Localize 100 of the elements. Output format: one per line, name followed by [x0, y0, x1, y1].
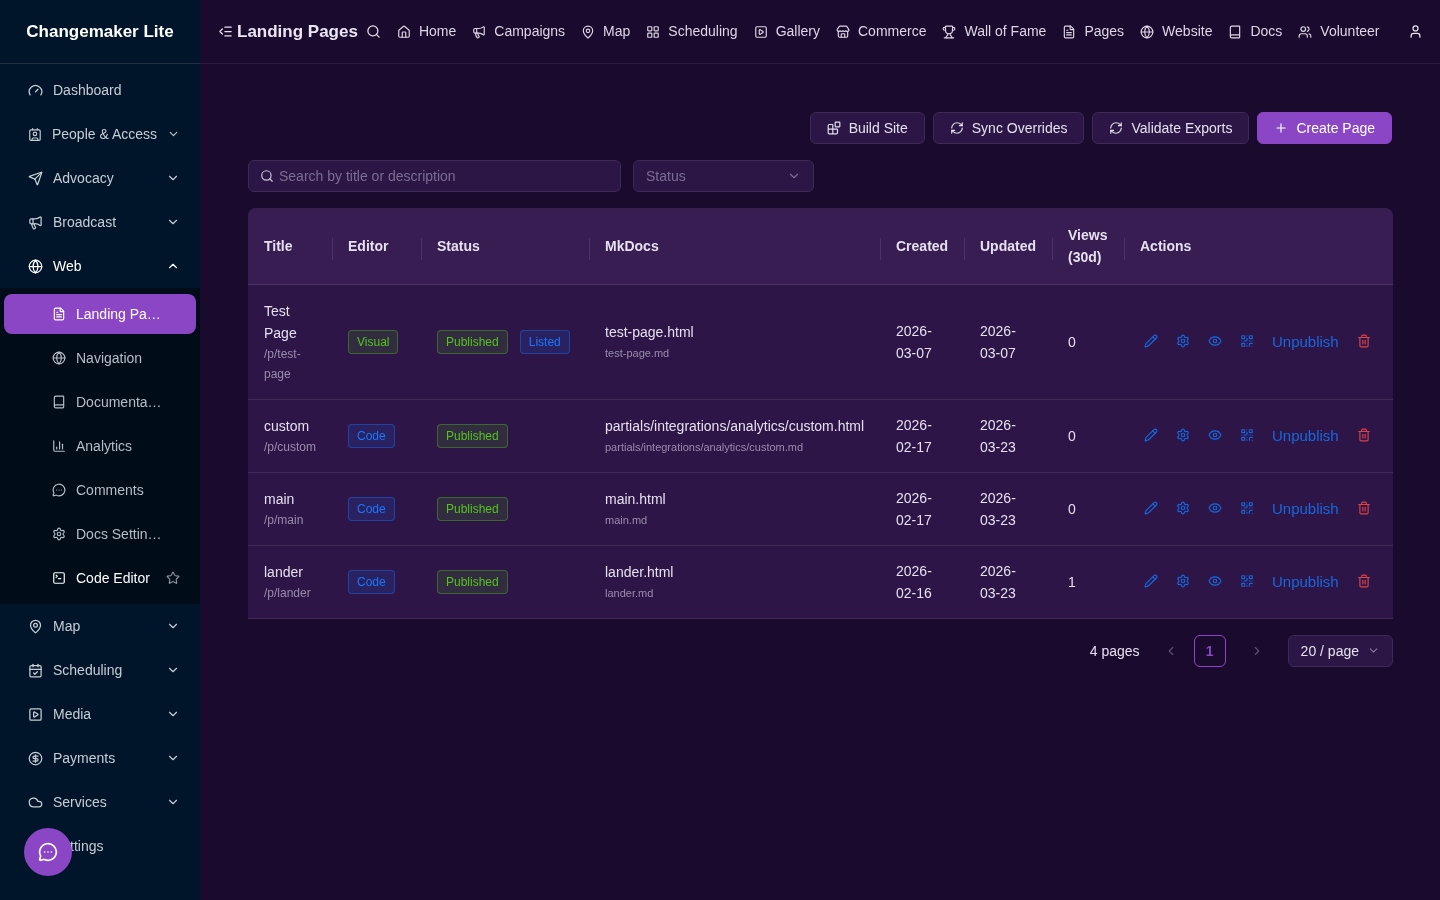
- gauge-icon: [28, 82, 43, 98]
- sidebar-item[interactable]: ttings: [70, 836, 104, 856]
- page-title-text: custom: [264, 416, 311, 436]
- settings-icon[interactable]: [1176, 501, 1190, 516]
- nav-link[interactable]: Wall of Fame: [942, 21, 1047, 42]
- updated-date: 2026-03-07: [980, 321, 1017, 363]
- eye-icon[interactable]: [1208, 428, 1222, 443]
- html-file: partials/integrations/analytics/custom.html: [605, 416, 864, 436]
- sidebar-item[interactable]: Services: [0, 780, 200, 824]
- sidebar-subitem[interactable]: Code Editor: [4, 558, 196, 598]
- page-title-text: main: [264, 489, 296, 509]
- trash-icon[interactable]: [1356, 574, 1371, 589]
- column-header: Actions: [1140, 237, 1192, 254]
- trash-icon[interactable]: [1356, 501, 1371, 516]
- search-field[interactable]: Search by title or description: [248, 160, 621, 192]
- views-count: 0: [1068, 333, 1076, 350]
- star-icon[interactable]: [166, 571, 180, 585]
- nav-link[interactable]: Pages: [1062, 21, 1125, 42]
- sidebar-item[interactable]: Media: [0, 692, 200, 736]
- toolbar-button[interactable]: Validate Exports: [1092, 112, 1250, 144]
- send-icon: [28, 170, 43, 186]
- created-date: 2026-02-17: [896, 488, 933, 530]
- sidebar-item[interactable]: Dashboard: [0, 68, 200, 112]
- chat-icon: [52, 483, 66, 497]
- md-file: lander.md: [605, 585, 655, 601]
- play-icon: [753, 24, 768, 39]
- page-path: /p/main: [264, 511, 305, 529]
- html-file: test-page.html: [605, 322, 695, 342]
- edit-icon[interactable]: [1144, 501, 1158, 516]
- page-title-text: lander: [264, 562, 304, 582]
- eye-icon[interactable]: [1208, 501, 1222, 516]
- md-file: main.md: [605, 512, 649, 528]
- nav-link[interactable]: Volunteer: [1298, 21, 1380, 42]
- home-icon: [396, 24, 411, 39]
- tag: Published: [437, 329, 508, 354]
- page-path: /p/custom: [264, 438, 316, 456]
- sidebar-item[interactable]: Payments: [0, 736, 200, 780]
- sidebar-subitem[interactable]: Landing Pa…: [4, 294, 196, 334]
- nav-link[interactable]: Website: [1140, 21, 1213, 42]
- sidebar-subitem[interactable]: Documenta…: [4, 382, 196, 422]
- nav-link[interactable]: Docs: [1228, 21, 1283, 42]
- qr-code-icon[interactable]: [1240, 501, 1254, 516]
- sidebar-item[interactable]: Map: [0, 604, 200, 648]
- edit-icon[interactable]: [1144, 574, 1158, 589]
- tag: Published: [437, 423, 508, 448]
- edit-icon[interactable]: [1144, 428, 1158, 443]
- total-pages: 4 pages: [1089, 641, 1140, 661]
- column-header: Status: [437, 237, 480, 254]
- qr-code-icon[interactable]: [1240, 574, 1254, 589]
- trash-icon[interactable]: [1356, 334, 1371, 349]
- edit-icon[interactable]: [1144, 334, 1158, 349]
- users-icon: [1298, 24, 1313, 39]
- sidebar-item[interactable]: Broadcast: [0, 200, 200, 244]
- menu-icon[interactable]: [218, 24, 233, 39]
- toolbar-button[interactable]: Sync Overrides: [932, 112, 1085, 144]
- nav-link[interactable]: Commerce: [836, 21, 927, 42]
- dollar-icon: [28, 750, 43, 766]
- updated-date: 2026-03-23: [980, 561, 1017, 603]
- sidebar-subitem[interactable]: Analytics: [4, 426, 196, 466]
- trophy-icon: [942, 24, 957, 39]
- nav-link[interactable]: Home: [396, 21, 457, 42]
- nav-link[interactable]: Campaigns: [472, 21, 566, 42]
- tag: Visual: [348, 329, 399, 354]
- page-path: /p/test-page: [264, 345, 302, 383]
- megaphone-icon: [28, 214, 43, 230]
- sidebar-item[interactable]: People & Access: [0, 112, 200, 156]
- nav-link[interactable]: Scheduling: [646, 21, 738, 42]
- qr-code-icon[interactable]: [1240, 428, 1254, 443]
- sidebar-item[interactable]: Web: [0, 244, 200, 288]
- sidebar-subitem[interactable]: Comments: [4, 470, 196, 510]
- page-title-text: Test Page: [264, 301, 298, 343]
- nav-link[interactable]: Map: [581, 21, 631, 42]
- sidebar-subitem[interactable]: Navigation: [4, 338, 196, 378]
- globe-icon: [28, 258, 43, 274]
- document-icon: [1062, 24, 1077, 39]
- toolbar-button[interactable]: Build Site: [809, 112, 925, 144]
- eye-icon[interactable]: [1208, 574, 1222, 589]
- nav-link[interactable]: Gallery: [753, 21, 820, 42]
- created-date: 2026-02-17: [896, 415, 933, 457]
- cloud-icon: [28, 794, 43, 810]
- settings-icon[interactable]: [1176, 574, 1190, 589]
- column-header: Views (30d): [1068, 226, 1108, 265]
- toolbar-button[interactable]: Create Page: [1257, 112, 1392, 144]
- md-file: partials/integrations/analytics/custom.md: [605, 439, 805, 455]
- html-file: lander.html: [605, 562, 675, 582]
- status-select[interactable]: Status: [633, 160, 814, 192]
- sidebar-item[interactable]: Scheduling: [0, 648, 200, 692]
- trash-icon[interactable]: [1356, 428, 1371, 443]
- search-icon[interactable]: [365, 24, 381, 39]
- html-file: main.html: [605, 489, 667, 509]
- bar-chart-icon: [52, 439, 66, 453]
- sidebar-item[interactable]: Advocacy: [0, 156, 200, 200]
- settings-icon[interactable]: [1176, 334, 1190, 349]
- eye-icon[interactable]: [1208, 334, 1222, 349]
- user-icon[interactable]: [1407, 24, 1423, 39]
- settings-icon[interactable]: [1176, 428, 1190, 443]
- page-size-select[interactable]: 20 / page: [1287, 634, 1393, 667]
- qr-code-icon[interactable]: [1240, 334, 1254, 349]
- megaphone-icon: [472, 24, 487, 39]
- sidebar-subitem[interactable]: Docs Settin…: [4, 514, 196, 554]
